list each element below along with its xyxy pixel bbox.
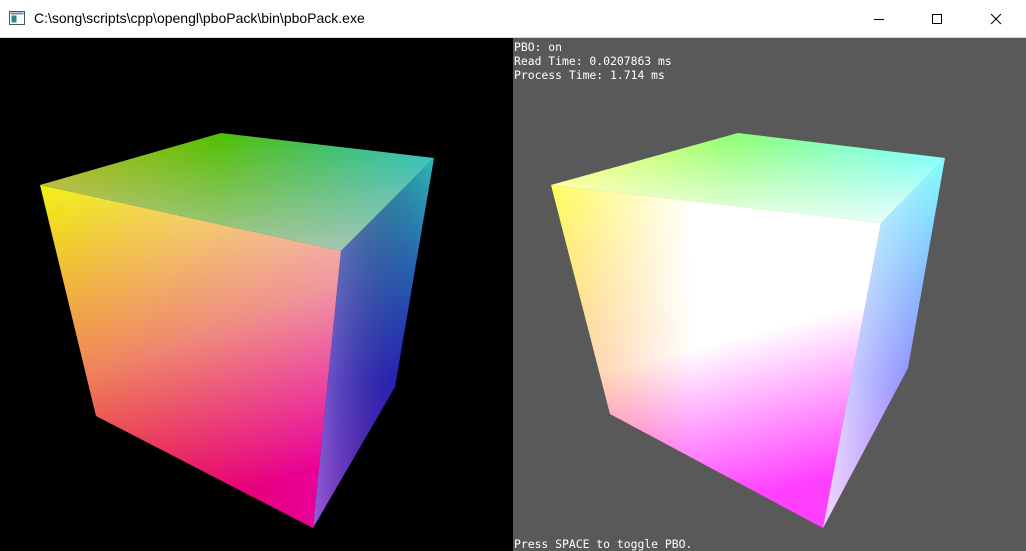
title-bar[interactable]: C:\song\scripts\cpp\opengl\pboPack\bin\p… (0, 0, 1026, 38)
color-cube-left (40, 133, 434, 528)
toggle-hint-text: Press SPACE to toggle PBO. (514, 537, 693, 551)
close-icon (990, 13, 1002, 25)
minimize-button[interactable] (850, 0, 908, 38)
maximize-button[interactable] (908, 0, 966, 38)
close-button[interactable] (966, 0, 1026, 38)
app-window: C:\song\scripts\cpp\opengl\pboPack\bin\p… (0, 0, 1026, 551)
pbo-status-text: PBO: on (514, 40, 563, 54)
process-time-text: Process Time: 1.714 ms (514, 68, 665, 82)
read-time-text: Read Time: 0.0207863 ms (514, 54, 672, 68)
minimize-icon (874, 19, 884, 20)
left-render-view[interactable] (0, 38, 513, 551)
color-cube-right (551, 133, 945, 528)
window-title: C:\song\scripts\cpp\opengl\pboPack\bin\p… (34, 10, 365, 26)
maximize-icon (932, 14, 942, 24)
right-render-view[interactable]: PBO: on Read Time: 0.0207863 ms Process … (513, 38, 1026, 551)
window-app-icon[interactable] (9, 11, 25, 25)
